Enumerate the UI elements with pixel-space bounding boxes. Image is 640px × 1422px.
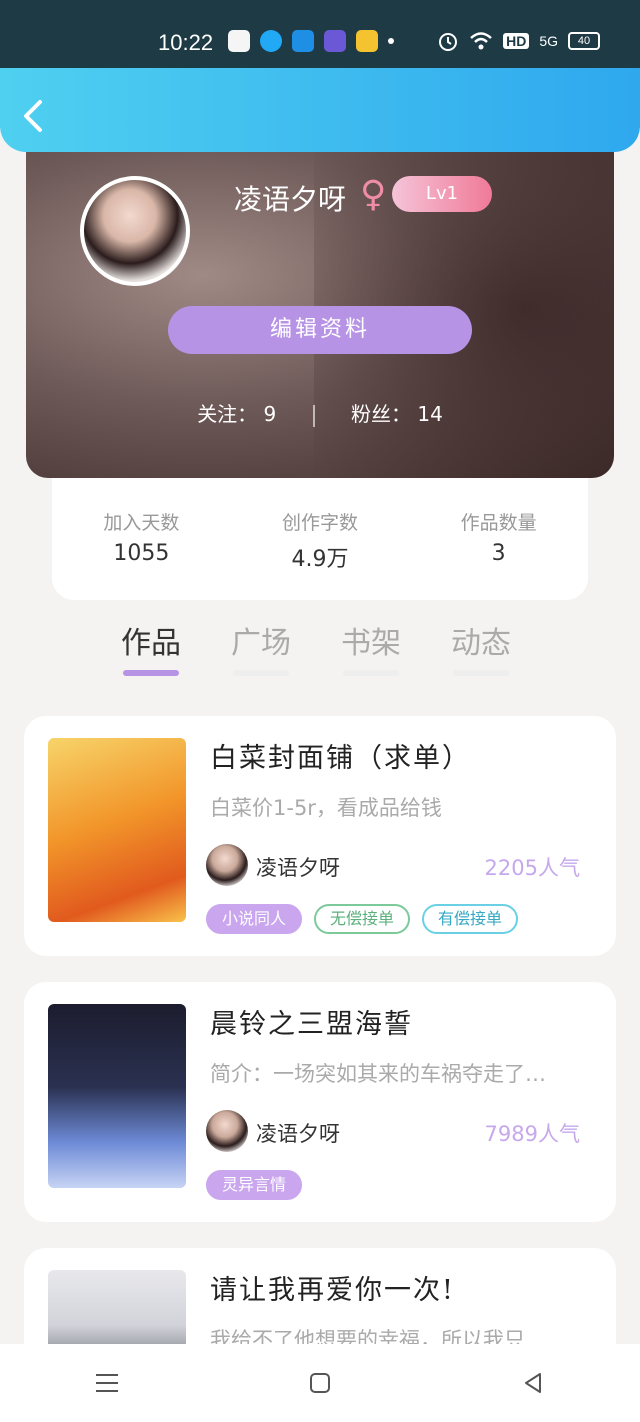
work-description: 简介：一场突如其来的车祸夺走了… [210, 1062, 546, 1086]
qq-icon [260, 30, 282, 52]
followers-link[interactable]: 粉丝： 14 [351, 398, 443, 427]
stat-value: 3 [491, 541, 506, 566]
tab-indicator [343, 670, 399, 676]
work-card[interactable]: 晨铃之三盟海誓 简介：一场突如其来的车祸夺走了… 凌语夕呀 7989人气 灵异言… [24, 982, 616, 1222]
username: 凌语夕呀 [234, 183, 347, 216]
back-triangle-icon[interactable] [513, 1363, 553, 1403]
profile-header: 凌语夕呀 ♀ Lv1 编辑资料 关注： 9 粉丝： 14 [26, 140, 614, 478]
tab-indicator [453, 670, 509, 676]
home-square-icon[interactable] [300, 1363, 340, 1403]
weibo-icon [356, 30, 378, 52]
tag[interactable]: 小说同人 [206, 904, 303, 934]
tag-list: 灵异言情 [206, 1170, 303, 1200]
alarm-icon [439, 33, 458, 51]
book-cover[interactable] [48, 738, 186, 922]
divider [312, 404, 315, 427]
menu-icon[interactable] [87, 1363, 127, 1403]
popularity-count: 7989人气 [484, 1122, 580, 1146]
edit-profile-button[interactable]: 编辑资料 [168, 306, 472, 354]
stat-join-days: 加入天数 1055 [52, 478, 231, 600]
top-header [0, 68, 640, 152]
following-label: 关注： [197, 402, 258, 426]
tab-label: 动态 [451, 626, 511, 661]
tab-label: 作品 [121, 626, 181, 661]
tab-label: 书架 [341, 626, 401, 661]
network-type: HD [503, 33, 530, 49]
stat-label: 加入天数 [103, 512, 180, 534]
tab-bar: 作品 广场 书架 动态 [96, 612, 536, 676]
chevron-left-icon[interactable] [18, 98, 54, 134]
tab-bookshelf[interactable]: 书架 [316, 612, 426, 676]
level-badge: Lv1 [392, 176, 492, 212]
book-cover[interactable] [48, 1004, 186, 1188]
tab-indicator [233, 670, 289, 676]
work-description: 白菜价1-5r，看成品给钱 [210, 796, 442, 820]
stat-value: 4.9万 [291, 547, 349, 572]
tag-list: 小说同人 无偿接单 有偿接单 [206, 904, 519, 934]
work-title[interactable]: 晨铃之三盟海誓 [210, 1002, 413, 1041]
tab-activity[interactable]: 动态 [426, 612, 536, 676]
following-link[interactable]: 关注： 9 [197, 398, 276, 427]
author-name[interactable]: 凌语夕呀 [256, 852, 340, 882]
browser-icon [292, 30, 314, 52]
tab-works[interactable]: 作品 [96, 612, 206, 676]
author-avatar[interactable] [206, 844, 248, 886]
battery-icon: 40 [568, 32, 600, 50]
app-notification-icon [228, 30, 250, 52]
followers-count: 14 [417, 402, 443, 426]
author-name[interactable]: 凌语夕呀 [256, 1118, 340, 1148]
following-count: 9 [263, 402, 277, 426]
work-card[interactable]: 白菜封面铺（求单） 白菜价1-5r，看成品给钱 凌语夕呀 2205人气 小说同人… [24, 716, 616, 956]
system-status: HD 5G 40 [437, 30, 600, 52]
tab-label: 广场 [231, 626, 291, 661]
more-dot-icon [388, 38, 394, 44]
app-icon [324, 30, 346, 52]
stat-works-count: 作品数量 3 [409, 478, 588, 600]
avatar[interactable] [80, 176, 190, 286]
tag[interactable]: 灵异言情 [206, 1170, 303, 1200]
tab-square[interactable]: 广场 [206, 612, 316, 676]
wifi-icon [470, 32, 492, 50]
work-title[interactable]: 请让我再爱你一次! [210, 1268, 455, 1307]
stat-word-count: 创作字数 4.9万 [231, 478, 410, 600]
author-avatar[interactable] [206, 1110, 248, 1152]
followers-label: 粉丝： [351, 402, 411, 426]
work-title[interactable]: 白菜封面铺（求单） [210, 736, 471, 775]
stat-label: 作品数量 [460, 512, 537, 534]
female-icon: ♀ [360, 174, 387, 215]
status-time: 10:22 [158, 30, 214, 55]
stat-label: 创作字数 [282, 512, 359, 534]
popularity-count: 2205人气 [484, 856, 580, 880]
signal-type: 5G [539, 33, 558, 49]
tab-indicator [123, 670, 179, 676]
tag[interactable]: 有偿接单 [422, 904, 519, 934]
system-nav-bar [0, 1344, 640, 1422]
notification-icons [228, 30, 394, 52]
stats-card: 加入天数 1055 创作字数 4.9万 作品数量 3 [52, 478, 588, 600]
follow-stats: 关注： 9 粉丝： 14 [26, 398, 614, 427]
stat-value: 1055 [113, 541, 170, 566]
tag[interactable]: 无偿接单 [314, 904, 411, 934]
